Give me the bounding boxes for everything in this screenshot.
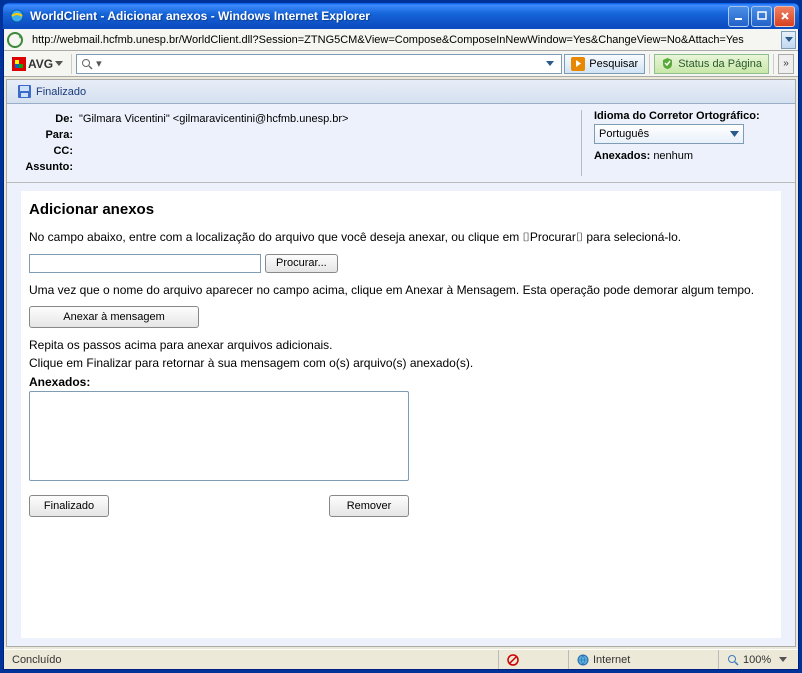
chevron-down-icon: [730, 131, 739, 137]
repeat-text-1: Repita os passos acima para anexar arqui…: [29, 338, 773, 354]
close-button[interactable]: [774, 6, 795, 27]
status-pagina-button[interactable]: Status da Página: [654, 54, 769, 74]
cc-label: CC:: [23, 144, 75, 158]
intro-text: No campo abaixo, entre com a localização…: [29, 230, 773, 246]
message-header: De:"Gilmara Vicentini" <gilmaravicentini…: [7, 104, 795, 183]
anexados-label: Anexados:: [29, 375, 773, 389]
repeat-text-2: Clique em Finalizar para retornar à sua …: [29, 356, 773, 372]
status-label: Status da Página: [678, 58, 762, 70]
para-value: [77, 128, 350, 142]
window-title: WorldClient - Adicionar anexos - Windows…: [30, 9, 726, 23]
minimize-button[interactable]: [728, 6, 749, 27]
url-dropdown[interactable]: [781, 31, 796, 49]
action-bar: Finalizado: [7, 80, 795, 104]
page-title: Adicionar anexos: [29, 201, 773, 218]
search-dd-arrow: ▾: [96, 57, 102, 70]
content-panel: Finalizado De:"Gilmara Vicentini" <gilma…: [6, 79, 796, 647]
assunto-value: [77, 160, 350, 174]
avg-flag-icon: [12, 57, 26, 71]
chevron-down-icon: [779, 657, 787, 662]
zoom-icon: [727, 654, 739, 666]
window-titlebar: WorldClient - Adicionar anexos - Windows…: [3, 3, 799, 29]
language-value: Português: [599, 128, 649, 140]
procurar-button[interactable]: Procurar...: [265, 254, 338, 273]
separator: [71, 54, 72, 74]
avg-search-box[interactable]: ▾: [76, 54, 562, 74]
cc-value: [77, 144, 350, 158]
idioma-label: Idioma do Corretor Ortográfico:: [594, 110, 781, 122]
avg-logo[interactable]: AVG: [8, 57, 67, 71]
assunto-label: Assunto:: [23, 160, 75, 174]
zoom-control[interactable]: 100%: [718, 650, 798, 669]
url-input[interactable]: [28, 31, 777, 49]
toolbar-overflow-button[interactable]: »: [778, 54, 794, 74]
separator: [649, 54, 650, 74]
after-browse-text: Uma vez que o nome do arquivo aparecer n…: [29, 283, 773, 299]
pesquisar-label: Pesquisar: [589, 58, 638, 70]
anexar-button[interactable]: Anexar à mensagem: [29, 306, 199, 328]
address-bar: [4, 29, 798, 51]
finalizado-top-label: Finalizado: [36, 86, 86, 98]
file-path-input[interactable]: [29, 254, 261, 273]
de-label: De:: [23, 112, 75, 126]
globe-icon: [577, 654, 589, 666]
save-icon: [17, 84, 32, 99]
chevron-down-icon: [55, 61, 63, 66]
finalizado-top-button[interactable]: Finalizado: [13, 82, 90, 101]
blocked-icon: [507, 654, 519, 666]
remover-button[interactable]: Remover: [329, 495, 409, 517]
status-bar: Concluído Internet 100%: [4, 649, 798, 669]
finalizado-button[interactable]: Finalizado: [29, 495, 109, 517]
de-value: "Gilmara Vicentini" <gilmaravicentini@hc…: [77, 112, 350, 126]
security-zone: Internet: [568, 650, 718, 669]
ie-icon: [9, 8, 25, 24]
para-label: Para:: [23, 128, 75, 142]
anexados-header: Anexados: nenhum: [594, 150, 781, 162]
pesquisar-button[interactable]: Pesquisar: [564, 54, 645, 74]
avg-label: AVG: [28, 57, 53, 71]
separator: [773, 54, 774, 74]
maximize-button[interactable]: [751, 6, 772, 27]
search-icon: [81, 58, 93, 70]
main-body: Adicionar anexos No campo abaixo, entre …: [21, 191, 781, 638]
anexados-listbox[interactable]: [29, 391, 409, 481]
avg-toolbar: AVG ▾ Pesquisar Status da Página »: [4, 51, 798, 77]
search-history-dropdown[interactable]: [543, 61, 557, 66]
refresh-icon[interactable]: [6, 31, 24, 49]
shield-check-icon: [661, 57, 674, 70]
search-go-icon: [571, 57, 585, 71]
avg-search-input[interactable]: [104, 58, 544, 70]
status-blocked: [498, 650, 568, 669]
status-text: Concluído: [4, 650, 498, 669]
language-select[interactable]: Português: [594, 124, 744, 144]
